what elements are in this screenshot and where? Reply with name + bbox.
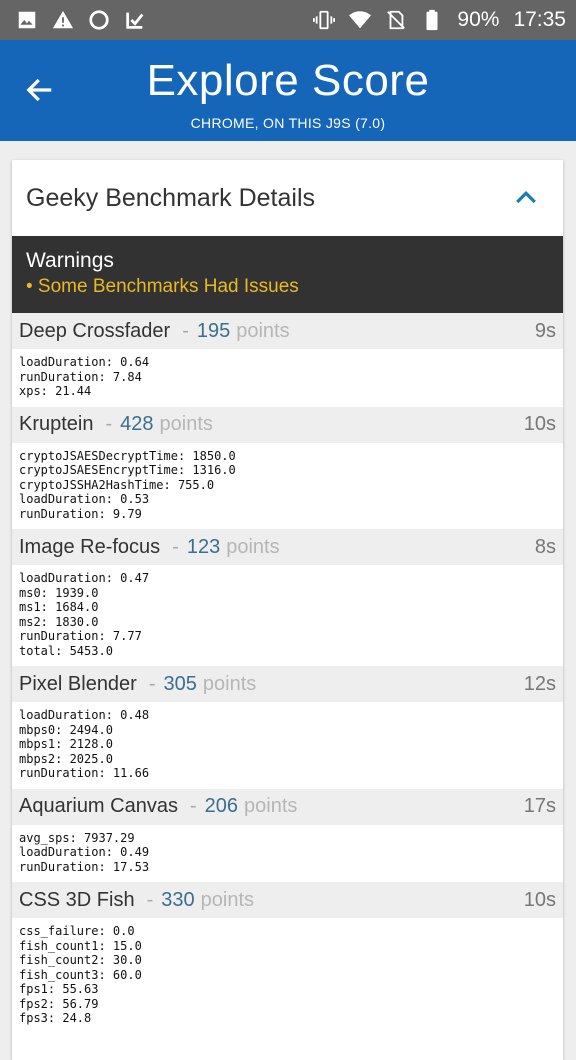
- metric-line: fps3: 24.8: [19, 1011, 92, 1025]
- score-unit: points: [200, 888, 255, 911]
- no-sim-icon: [387, 10, 406, 30]
- metric-line: fish_count3: 60.0: [19, 967, 142, 982]
- separator: -: [148, 672, 156, 695]
- benchmark-name: Aquarium Canvas: [19, 795, 178, 817]
- separator: -: [146, 888, 154, 911]
- metric-line: runDuration: 11.66: [19, 766, 150, 780]
- benchmark-metrics: avg_sps: 7937.29 loadDuration: 0.49 runDur…: [12, 825, 563, 883]
- separator: -: [189, 795, 197, 817]
- benchmark-metrics: loadDuration: 0.47 ms0: 1939.0 ms1: 1684.0…: [12, 565, 563, 666]
- metric-line: cryptoJSSHA2HashTime: 755.0: [19, 477, 215, 492]
- benchmark-header: CSS 3D Fish -330 points 10s: [12, 882, 563, 918]
- score-unit: points: [244, 795, 298, 817]
- page-title: Explore Score: [146, 56, 430, 105]
- metric-line: runDuration: 7.77: [19, 629, 142, 643]
- benchmark-duration: 9s: [534, 319, 556, 342]
- metric-line: fish_count2: 30.0: [19, 953, 142, 967]
- benchmark-header: Image Re-focus -123 points 8s: [12, 529, 563, 565]
- benchmark-name: Image Re-focus: [19, 535, 161, 558]
- benchmark-metrics: cryptoJSAESDecryptTime: 1850.0 cryptoJSAE…: [12, 443, 563, 530]
- benchmark-list: Deep Crossfader -195 points 9s loadDuration:…: [12, 313, 563, 1034]
- benchmark-duration: 10s: [523, 413, 556, 435]
- chevron-up-icon[interactable]: [511, 182, 541, 212]
- clock: 17:35: [513, 8, 566, 31]
- warnings-panel: Warnings • Some Benchmarks Had Issues: [12, 236, 563, 313]
- card-title: Geeky Benchmark Details: [26, 183, 316, 212]
- warnings-title: Warnings: [26, 249, 114, 272]
- metric-line: loadDuration: 0.47: [19, 571, 150, 585]
- metric-line: ms2: 1830.0: [19, 614, 99, 629]
- metric-line: fps1: 55.63: [19, 982, 99, 996]
- checkmark-icon: [126, 12, 144, 29]
- benchmark-name: Kruptein: [19, 413, 94, 435]
- status-bar: 90% 17:35: [0, 0, 576, 40]
- warning-item: • Some Benchmarks Had Issues: [26, 276, 299, 297]
- benchmark-header: Aquarium Canvas -206 points 17s: [12, 788, 563, 825]
- score-unit: points: [236, 319, 290, 342]
- benchmark-details-card: Geeky Benchmark Details Warnings • Some …: [12, 160, 563, 1060]
- metric-line: mbps2: 2025.0: [19, 751, 113, 766]
- benchmark-duration: 10s: [523, 888, 556, 911]
- metric-line: css_failure: 0.0: [19, 924, 135, 938]
- benchmark-metrics: loadDuration: 0.64 runDuration: 7.84 xps: …: [12, 349, 563, 407]
- benchmark-score: 123: [186, 535, 221, 558]
- benchmark-name: Pixel Blender: [19, 672, 137, 695]
- metric-line: avg_sps: 7937.29: [19, 830, 135, 845]
- benchmark-header: Kruptein -428 points 10s: [12, 406, 563, 443]
- app-bar: Explore Score CHROME, ON THIS J9S (7.0): [0, 40, 576, 141]
- wifi-icon: [349, 11, 372, 29]
- metric-line: runDuration: 9.79: [19, 506, 142, 521]
- metric-line: loadDuration: 0.48: [19, 708, 150, 722]
- benchmark-score: 428: [120, 413, 154, 435]
- warning-icon: [52, 10, 74, 29]
- image-icon: [18, 11, 36, 29]
- benchmark-metrics: loadDuration: 0.48 mbps0: 2494.0 mbps1: 21…: [12, 702, 563, 789]
- benchmark-name: Deep Crossfader: [19, 319, 171, 342]
- metric-line: cryptoJSAESDecryptTime: 1850.0: [19, 448, 236, 463]
- separator: -: [182, 319, 189, 342]
- benchmark-score: 195: [196, 319, 231, 342]
- separator: -: [172, 535, 179, 558]
- vibrate-icon: [313, 10, 336, 30]
- benchmark-header: Deep Crossfader -195 points 9s: [12, 313, 563, 349]
- benchmark-duration: 17s: [523, 795, 556, 817]
- metric-line: fps2: 56.79: [19, 996, 99, 1011]
- metric-line: total: 5453.0: [19, 643, 113, 658]
- score-unit: points: [202, 672, 257, 695]
- metric-line: runDuration: 7.84: [19, 369, 142, 384]
- metric-line: runDuration: 17.53: [19, 859, 150, 874]
- metric-line: loadDuration: 0.64: [19, 355, 150, 369]
- battery-level: 90%: [457, 8, 500, 31]
- status-right: 90% 17:35: [313, 8, 566, 32]
- circle-icon: [89, 10, 109, 30]
- benchmark-header: Pixel Blender -305 points 12s: [12, 666, 563, 702]
- metric-line: fish_count1: 15.0: [19, 938, 142, 953]
- benchmark-score: 330: [161, 888, 195, 911]
- benchmark-metrics: css_failure: 0.0 fish_count1: 15.0 fish_co…: [12, 918, 563, 1034]
- metric-line: mbps0: 2494.0: [19, 722, 113, 737]
- score-unit: points: [159, 413, 213, 435]
- metric-line: mbps1: 2128.0: [19, 737, 113, 751]
- benchmark-score: 305: [163, 672, 197, 695]
- metric-line: ms0: 1939.0: [19, 585, 99, 600]
- metric-line: ms1: 1684.0: [19, 600, 99, 614]
- metric-line: loadDuration: 0.49: [19, 845, 150, 859]
- metric-line: xps: 21.44: [19, 384, 92, 398]
- metric-line: cryptoJSAESEncryptTime: 1316.0: [19, 463, 236, 477]
- card-header[interactable]: Geeky Benchmark Details: [12, 160, 563, 236]
- metric-line: loadDuration: 0.53: [19, 492, 150, 506]
- page-subtitle: CHROME, ON THIS J9S (7.0): [190, 115, 386, 131]
- benchmark-score: 206: [204, 795, 239, 817]
- benchmark-duration: 12s: [523, 672, 556, 695]
- score-unit: points: [226, 535, 280, 558]
- separator: -: [105, 413, 113, 435]
- benchmark-name: CSS 3D Fish: [19, 888, 135, 911]
- benchmark-duration: 8s: [534, 535, 556, 558]
- battery-icon: [426, 9, 438, 31]
- status-left: [16, 9, 146, 31]
